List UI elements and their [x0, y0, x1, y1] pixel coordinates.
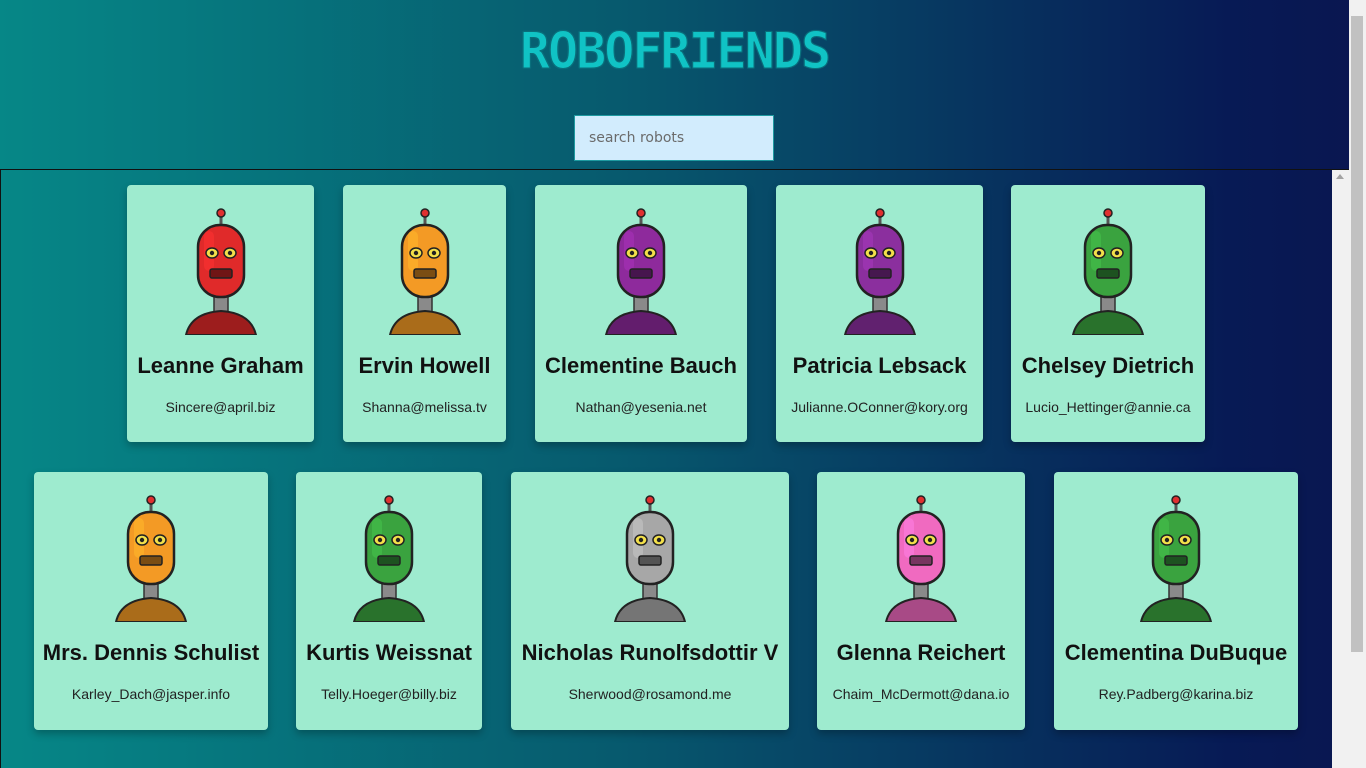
red-robot-icon	[184, 208, 257, 335]
robot-name: Clementine Bauch	[545, 353, 737, 378]
page-scrollbar-thumb[interactable]	[1351, 16, 1363, 652]
robot-name: Glenna Reichert	[836, 640, 1006, 665]
robot-email: Chaim_McDermott@dana.io	[832, 686, 1010, 702]
robot-card[interactable]: Glenna Reichert Chaim_McDermott@dana.io	[817, 472, 1025, 730]
gray-robot-icon	[613, 495, 687, 622]
robot-email: Sincere@april.biz	[165, 399, 276, 415]
robot-email: Rey.Padberg@karina.biz	[1098, 686, 1254, 702]
robot-card[interactable]: Mrs. Dennis Schulist Karley_Dach@jasper.…	[34, 472, 268, 730]
orange-robot-icon	[114, 495, 188, 622]
app-title: ROBOFRIENDS	[519, 22, 831, 81]
robot-email: Shanna@melissa.tv	[362, 399, 487, 415]
green-robot-icon	[1139, 495, 1213, 622]
robot-card[interactable]: Ervin Howell Shanna@melissa.tv	[343, 185, 506, 442]
robot-card[interactable]: Chelsey Dietrich Lucio_Hettinger@annie.c…	[1011, 185, 1205, 442]
robot-avatar	[1011, 205, 1205, 335]
green-robot-icon	[352, 495, 426, 622]
robot-name: Clementina DuBuque	[1064, 640, 1288, 665]
search-input[interactable]	[574, 115, 774, 161]
robot-name: Chelsey Dietrich	[1021, 353, 1195, 378]
robot-name: Patricia Lebsack	[792, 353, 967, 378]
robot-name: Nicholas Runolfsdottir V	[521, 640, 779, 665]
robot-avatar	[511, 492, 789, 622]
header: ROBOFRIENDS	[0, 0, 1349, 170]
robot-card[interactable]: Clementine Bauch Nathan@yesenia.net	[535, 185, 747, 442]
robot-name: Ervin Howell	[358, 353, 491, 378]
robot-email: Karley_Dach@jasper.info	[71, 686, 231, 702]
robot-card[interactable]: Kurtis Weissnat Telly.Hoeger@billy.biz	[296, 472, 482, 730]
orange-robot-icon	[388, 208, 461, 335]
green-robot-icon	[1071, 208, 1145, 335]
robot-card[interactable]: Clementina DuBuque Rey.Padberg@karina.bi…	[1054, 472, 1298, 730]
robot-avatar	[817, 492, 1025, 622]
robot-email: Nathan@yesenia.net	[575, 399, 707, 415]
robot-avatar	[34, 492, 268, 622]
robot-email: Sherwood@rosamond.me	[568, 686, 732, 702]
card-list-scrollbar[interactable]	[1332, 170, 1349, 768]
robot-email: Lucio_Hettinger@annie.ca	[1025, 399, 1191, 415]
pink-robot-icon	[884, 495, 958, 622]
page-scrollbar[interactable]	[1349, 0, 1366, 768]
robot-name: Kurtis Weissnat	[306, 640, 472, 665]
robot-card[interactable]: Leanne Graham Sincere@april.biz	[127, 185, 314, 442]
robot-email: Julianne.OConner@kory.org	[791, 399, 968, 415]
robot-email: Telly.Hoeger@billy.biz	[321, 686, 457, 702]
robot-name: Mrs. Dennis Schulist	[42, 640, 260, 665]
robot-avatar	[127, 205, 314, 335]
robot-card[interactable]: Patricia Lebsack Julianne.OConner@kory.o…	[776, 185, 983, 442]
robot-avatar	[535, 205, 747, 335]
scroll-up-arrow-icon[interactable]	[1336, 174, 1344, 179]
robot-avatar	[1054, 492, 1298, 622]
robot-avatar	[776, 205, 983, 335]
robot-card[interactable]: Nicholas Runolfsdottir V Sherwood@rosamo…	[511, 472, 789, 730]
robot-avatar	[296, 492, 482, 622]
purple-robot-icon	[604, 208, 678, 335]
robot-avatar	[343, 205, 506, 335]
purple-robot-icon	[843, 208, 916, 335]
robot-name: Leanne Graham	[137, 353, 304, 378]
